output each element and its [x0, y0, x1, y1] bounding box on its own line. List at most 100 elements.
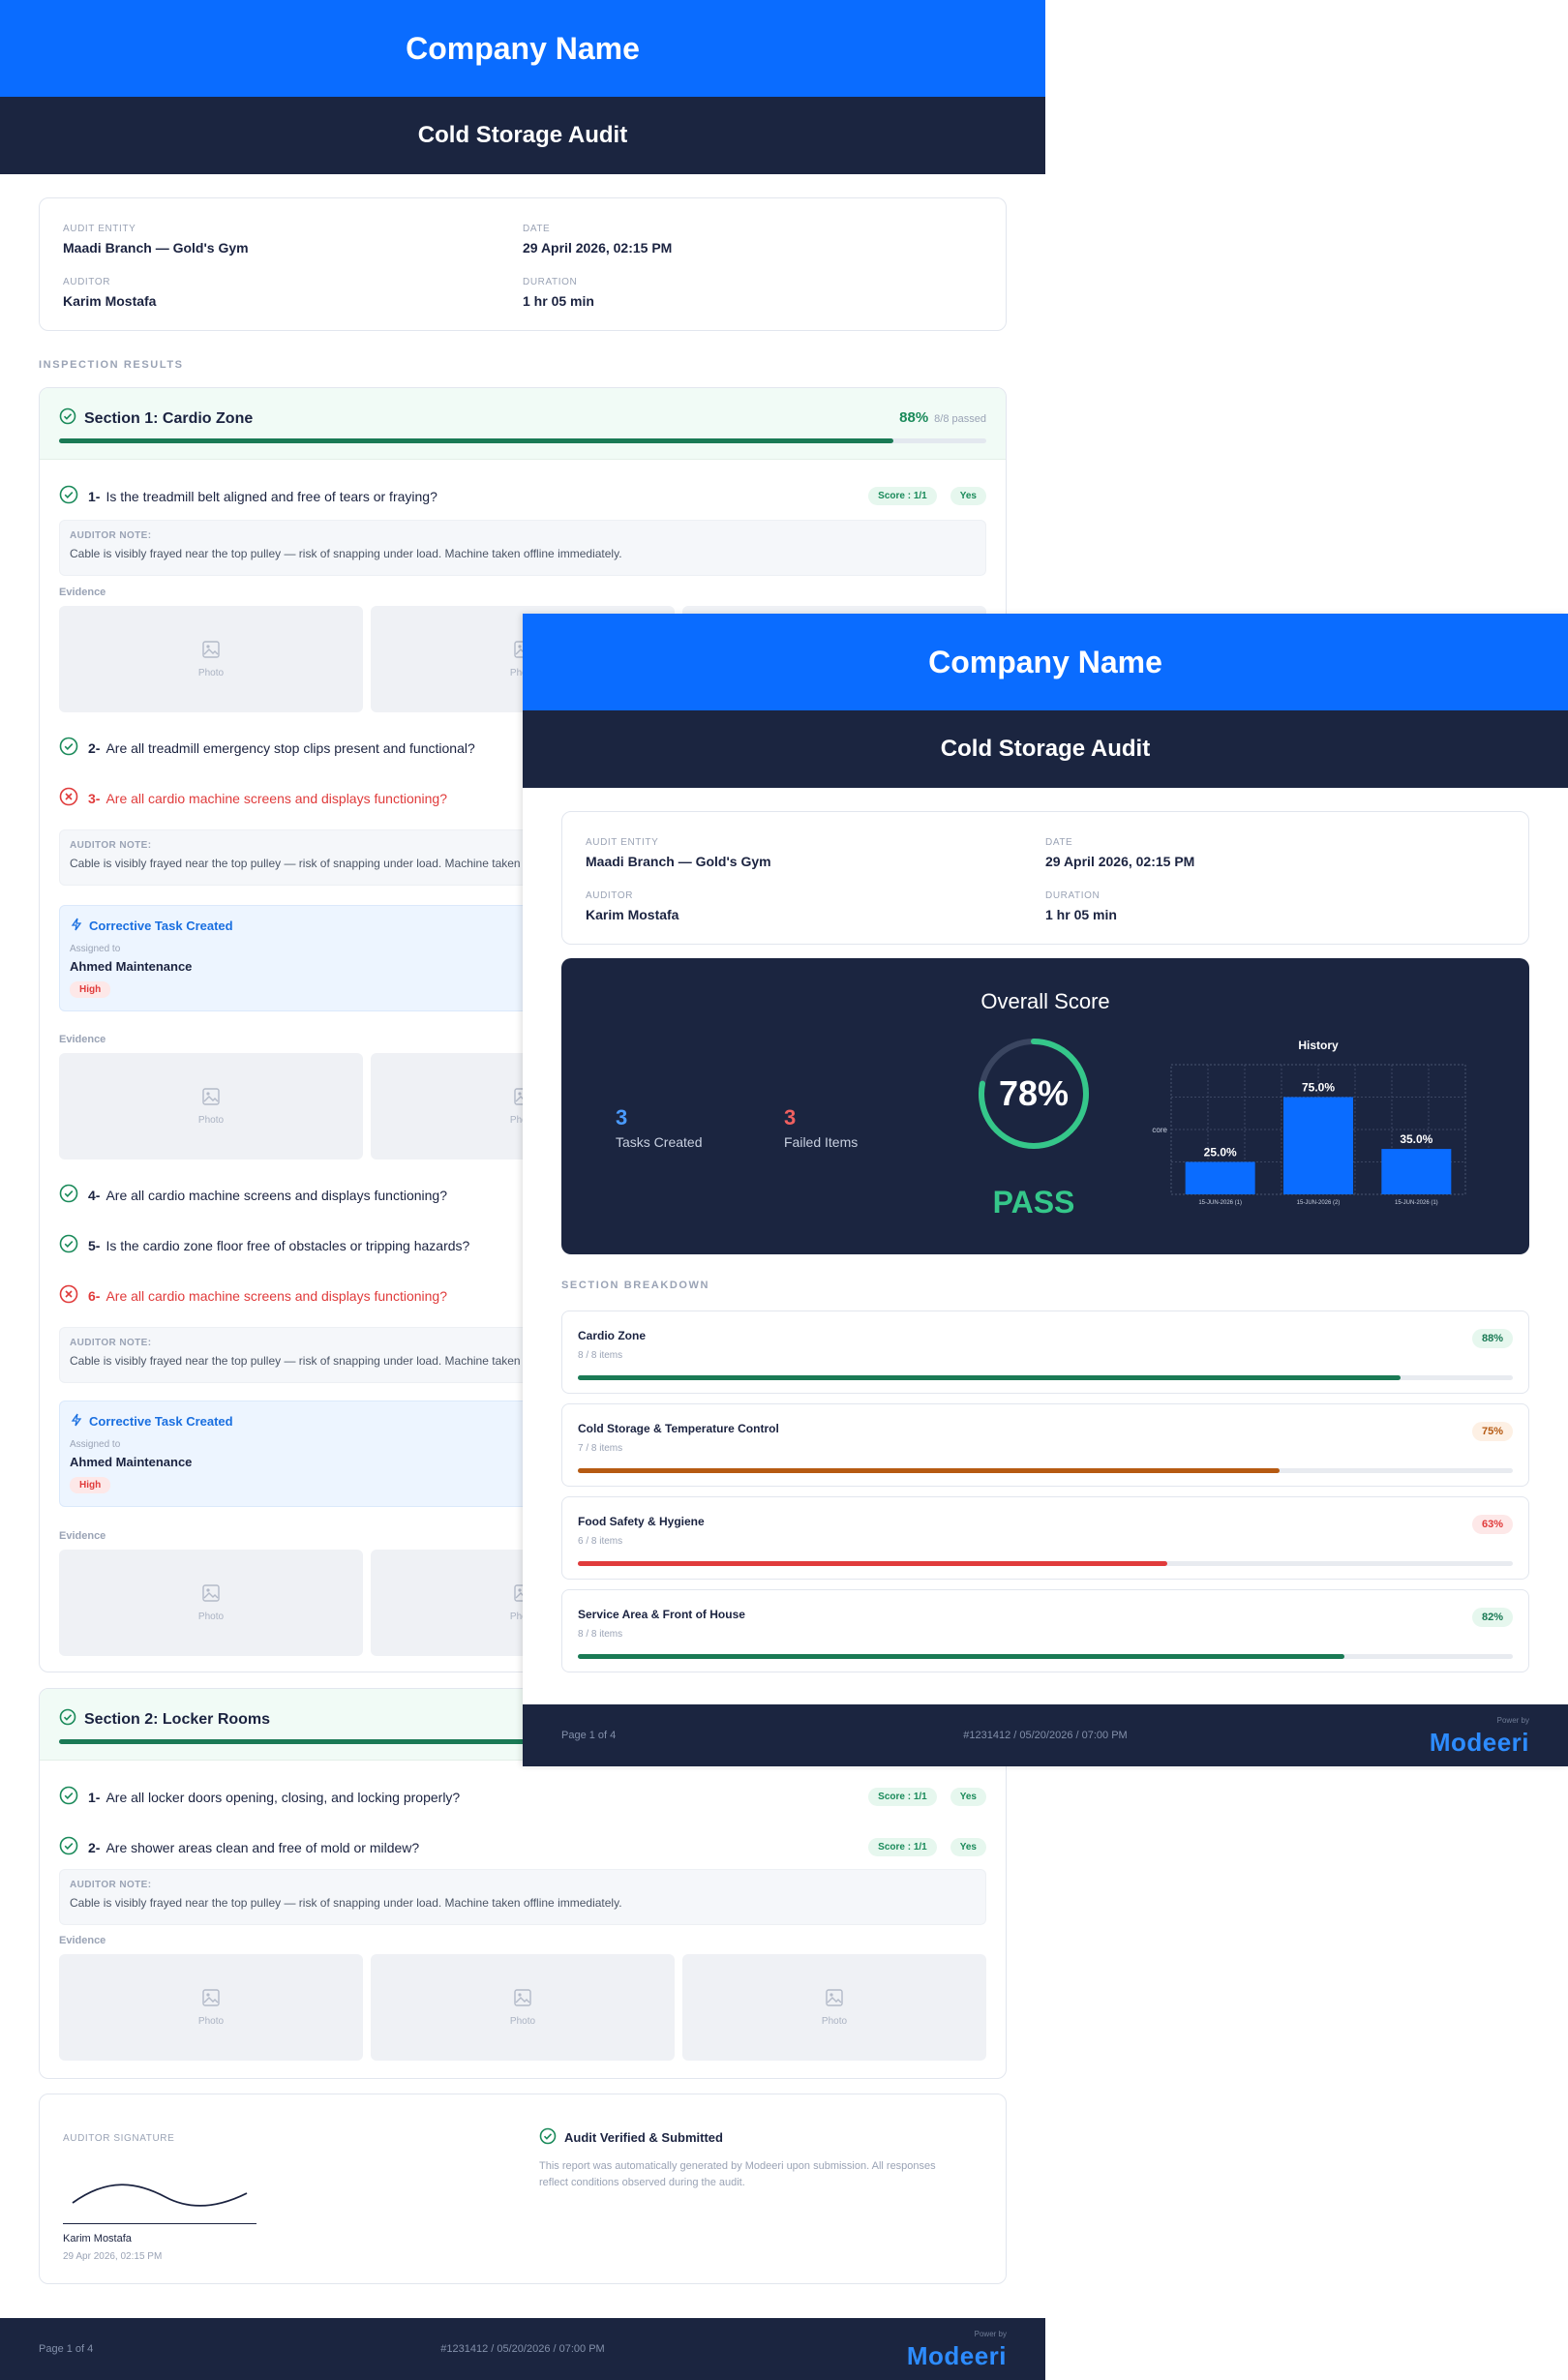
question-number: 2- — [88, 739, 101, 756]
duration-value: 1 hr 05 min — [523, 293, 594, 309]
evidence-photo[interactable]: Photo — [371, 1954, 675, 2061]
failed-items-stat: 3 Failed Items — [784, 1105, 858, 1150]
breakdown-progress-fill — [578, 1654, 1345, 1659]
breakdown-percent: 88% — [1471, 1329, 1513, 1348]
tasks-created-stat: 3 Tasks Created — [616, 1105, 702, 1150]
image-icon — [201, 1583, 221, 1608]
question-number: 4- — [88, 1187, 101, 1203]
x-tick-label: 15-JUN-2026 (1) — [1198, 1200, 1242, 1206]
answer-badge: Yes — [950, 487, 986, 505]
check-circle-icon — [59, 1708, 76, 1731]
check-circle-icon — [539, 2127, 557, 2148]
pass-result: PASS — [992, 1185, 1075, 1220]
evidence-photo[interactable]: Photo — [682, 1954, 986, 2061]
breakdown-progress-fill — [578, 1561, 1167, 1566]
evidence-photo[interactable]: Photo — [59, 1053, 363, 1160]
entity-label: AUDIT ENTITY — [586, 837, 659, 848]
question-number: 5- — [88, 1237, 101, 1253]
pass-check-icon — [59, 1786, 78, 1808]
entity-value: Maadi Branch — Gold's Gym — [586, 854, 771, 869]
section-score-value: 88% — [899, 409, 929, 426]
fail-x-icon — [59, 1284, 78, 1307]
duration-label: DURATION — [1045, 890, 1101, 901]
evidence-photo[interactable]: Photo — [59, 1550, 363, 1656]
task-title: Corrective Task Created — [89, 1414, 233, 1429]
evidence-photo[interactable]: Photo — [59, 1954, 363, 2061]
audit-meta-card: AUDIT ENTITY Maadi Branch — Gold's Gym DA… — [561, 811, 1529, 945]
page-footer: Page 1 of 4 #1231412 / 05/20/2026 / 07:0… — [523, 1704, 1568, 1766]
audit-title: Cold Storage Audit — [0, 97, 1045, 174]
breakdown-items: 7 / 8 items — [578, 1443, 623, 1454]
score-badge: Score : 1/1 — [868, 1838, 937, 1856]
answer-badge: Yes — [950, 1788, 986, 1806]
evidence-photo[interactable]: Photo — [59, 606, 363, 712]
bar — [1185, 1161, 1255, 1194]
auditor-label: AUDITOR — [63, 277, 111, 287]
verified-text: This report was automatically generated … — [539, 2158, 936, 2191]
overall-score-card: Overall Score 3 Tasks Created 3 Failed I… — [561, 958, 1529, 1254]
failed-label: Failed Items — [784, 1134, 859, 1150]
question-row: 1- Are all locker doors opening, closing… — [59, 1786, 986, 1808]
note-label: AUDITOR NOTE: — [70, 530, 152, 541]
question-number: 2- — [88, 1839, 101, 1855]
overall-score-title: Overall Score — [980, 989, 1110, 1013]
verified-heading: Audit Verified & Submitted — [539, 2127, 723, 2148]
image-icon — [201, 1087, 221, 1111]
breakdown-title: Service Area & Front of House — [578, 1608, 745, 1621]
breakdown-percent: 63% — [1471, 1515, 1513, 1534]
section-title: Section 1: Cardio Zone — [59, 407, 253, 430]
question-text: Are all cardio machine screens and displ… — [106, 790, 447, 806]
signature-line — [63, 2223, 256, 2224]
question-text: Is the cardio zone floor free of obstacl… — [106, 1237, 470, 1253]
priority-badge: High — [70, 1477, 111, 1493]
pass-check-icon — [59, 1234, 78, 1256]
evidence-label: Evidence — [59, 1530, 106, 1542]
x-tick-label: 15-JUN-2026 (1) — [1395, 1200, 1438, 1206]
report-reference: #1231412 / 05/20/2026 / 07:00 PM — [440, 2343, 605, 2355]
brand-logo: Modeeri — [906, 2341, 1007, 2370]
signature-card: AUDITOR SIGNATURE Karim Mostafa 29 Apr 2… — [39, 2094, 1007, 2284]
overall-score-value: 78% — [998, 1073, 1070, 1113]
note-text: Cable is visibly frayed near the top pul… — [70, 1896, 622, 1910]
section-progress-fill — [59, 438, 894, 443]
photo-caption: Photo — [197, 2016, 225, 2027]
section-score: 88% 8/8 passed — [899, 409, 986, 426]
section-passed: 8/8 passed — [934, 413, 986, 425]
question-text: Are all cardio machine screens and displ… — [106, 1287, 447, 1304]
photo-caption: Photo — [197, 668, 225, 678]
company-name: Company Name — [523, 614, 1568, 710]
date-label: DATE — [1045, 837, 1073, 848]
question-row: 2- Are shower areas clean and free of mo… — [59, 1836, 986, 1858]
date-value: 29 April 2026, 02:15 PM — [523, 240, 673, 256]
pass-check-icon — [59, 1836, 78, 1858]
note-text: Cable is visibly frayed near the top pul… — [70, 547, 622, 560]
priority-badge: High — [70, 981, 111, 998]
tasks-count: 3 — [616, 1105, 628, 1130]
breakdown-progress — [578, 1561, 1513, 1566]
score-badge: Score : 1/1 — [868, 1788, 937, 1806]
question-text: Are all locker doors opening, closing, a… — [106, 1789, 461, 1805]
section-title: Section 2: Locker Rooms — [59, 1708, 270, 1731]
audit-title: Cold Storage Audit — [523, 710, 1568, 788]
breakdown-title: Cardio Zone — [578, 1329, 647, 1342]
brand-logo: Modeeri — [1429, 1728, 1529, 1757]
breakdown-progress — [578, 1375, 1513, 1380]
photo-caption: Photo — [509, 2016, 536, 2027]
question-number: 1- — [88, 488, 101, 504]
auditor-value: Karim Mostafa — [63, 293, 157, 309]
breakdown-progress-fill — [578, 1375, 1402, 1380]
breakdown-item: Service Area & Front of House 8 / 8 items… — [561, 1589, 1529, 1672]
question-number: 3- — [88, 790, 101, 806]
question-text: Are shower areas clean and free of mold … — [106, 1839, 420, 1855]
date-value: 29 April 2026, 02:15 PM — [1045, 854, 1195, 869]
pass-check-icon — [59, 737, 78, 759]
audit-meta-card: AUDIT ENTITY Maadi Branch — Gold's Gym DA… — [39, 197, 1007, 331]
breakdown-items: 6 / 8 items — [578, 1536, 623, 1547]
auditor-note: AUDITOR NOTE: Cable is visibly frayed nea… — [59, 1869, 986, 1925]
report-page-summary: Company Name Cold Storage Audit AUDIT EN… — [523, 614, 1568, 1766]
failed-count: 3 — [784, 1105, 797, 1130]
evidence-label: Evidence — [59, 1034, 106, 1045]
evidence-label: Evidence — [59, 587, 106, 598]
lightning-icon — [70, 918, 83, 934]
question-number: 6- — [88, 1287, 101, 1304]
